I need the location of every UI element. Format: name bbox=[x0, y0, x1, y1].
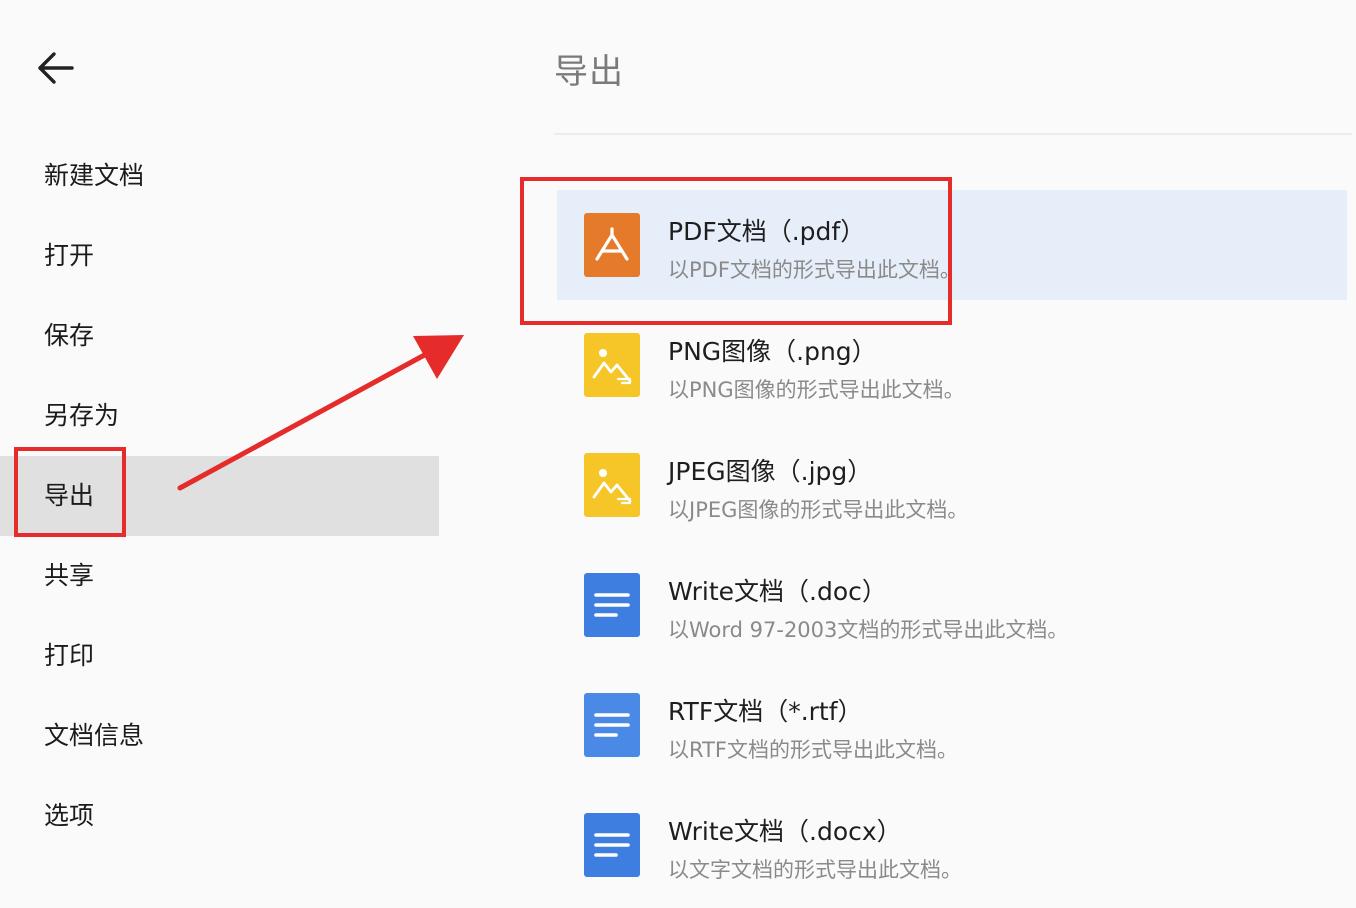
sidebar-item-export[interactable]: 导出 bbox=[0, 456, 439, 536]
export-option-title: PNG图像（.png） bbox=[668, 337, 877, 366]
sidebar-item-share[interactable]: 共享 bbox=[0, 536, 440, 616]
export-option-description: 以JPEG图像的形式导出此文档。 bbox=[668, 498, 969, 522]
divider bbox=[554, 133, 1352, 135]
sidebar-item-open[interactable]: 打开 bbox=[0, 216, 440, 296]
export-option-title: RTF文档（*.rtf） bbox=[668, 697, 863, 726]
sidebar-item-options[interactable]: 选项 bbox=[0, 776, 440, 856]
export-option-pdf[interactable]: PDF文档（.pdf） 以PDF文档的形式导出此文档。 bbox=[557, 190, 1347, 300]
export-option-title: Write文档（.docx） bbox=[668, 817, 902, 846]
image-icon bbox=[584, 333, 640, 397]
export-option-jpeg[interactable]: JPEG图像（.jpg） 以JPEG图像的形式导出此文档。 bbox=[557, 430, 1347, 540]
export-option-docx[interactable]: Write文档（.docx） 以文字文档的形式导出此文档。 bbox=[557, 790, 1347, 900]
export-option-description: 以文字文档的形式导出此文档。 bbox=[668, 858, 962, 882]
arrow-left-icon bbox=[38, 52, 74, 84]
sidebar-menu: 新建文档 打开 保存 另存为 导出 共享 打印 文档信息 选项 bbox=[0, 136, 440, 856]
export-option-description: 以RTF文档的形式导出此文档。 bbox=[668, 738, 958, 762]
export-option-title: Write文档（.doc） bbox=[668, 577, 887, 606]
export-option-description: 以PNG图像的形式导出此文档。 bbox=[668, 378, 965, 402]
pdf-icon bbox=[584, 213, 640, 277]
export-option-description: 以PDF文档的形式导出此文档。 bbox=[668, 258, 961, 282]
document-icon bbox=[584, 693, 640, 757]
export-option-rtf[interactable]: RTF文档（*.rtf） 以RTF文档的形式导出此文档。 bbox=[557, 670, 1347, 780]
back-button[interactable] bbox=[32, 46, 80, 90]
document-icon bbox=[584, 573, 640, 637]
sidebar-item-new-document[interactable]: 新建文档 bbox=[0, 136, 440, 216]
page-title: 导出 bbox=[554, 52, 624, 92]
export-option-description: 以Word 97-2003文档的形式导出此文档。 bbox=[668, 618, 1069, 642]
document-icon bbox=[584, 813, 640, 877]
sidebar-item-print[interactable]: 打印 bbox=[0, 616, 440, 696]
image-icon bbox=[584, 453, 640, 517]
sidebar-item-document-info[interactable]: 文档信息 bbox=[0, 696, 440, 776]
sidebar-item-save[interactable]: 保存 bbox=[0, 296, 440, 376]
export-option-title: PDF文档（.pdf） bbox=[668, 217, 866, 246]
sidebar-item-save-as[interactable]: 另存为 bbox=[0, 376, 440, 456]
export-option-png[interactable]: PNG图像（.png） 以PNG图像的形式导出此文档。 bbox=[557, 310, 1347, 420]
export-option-doc[interactable]: Write文档（.doc） 以Word 97-2003文档的形式导出此文档。 bbox=[557, 550, 1347, 660]
export-option-title: JPEG图像（.jpg） bbox=[668, 457, 873, 486]
